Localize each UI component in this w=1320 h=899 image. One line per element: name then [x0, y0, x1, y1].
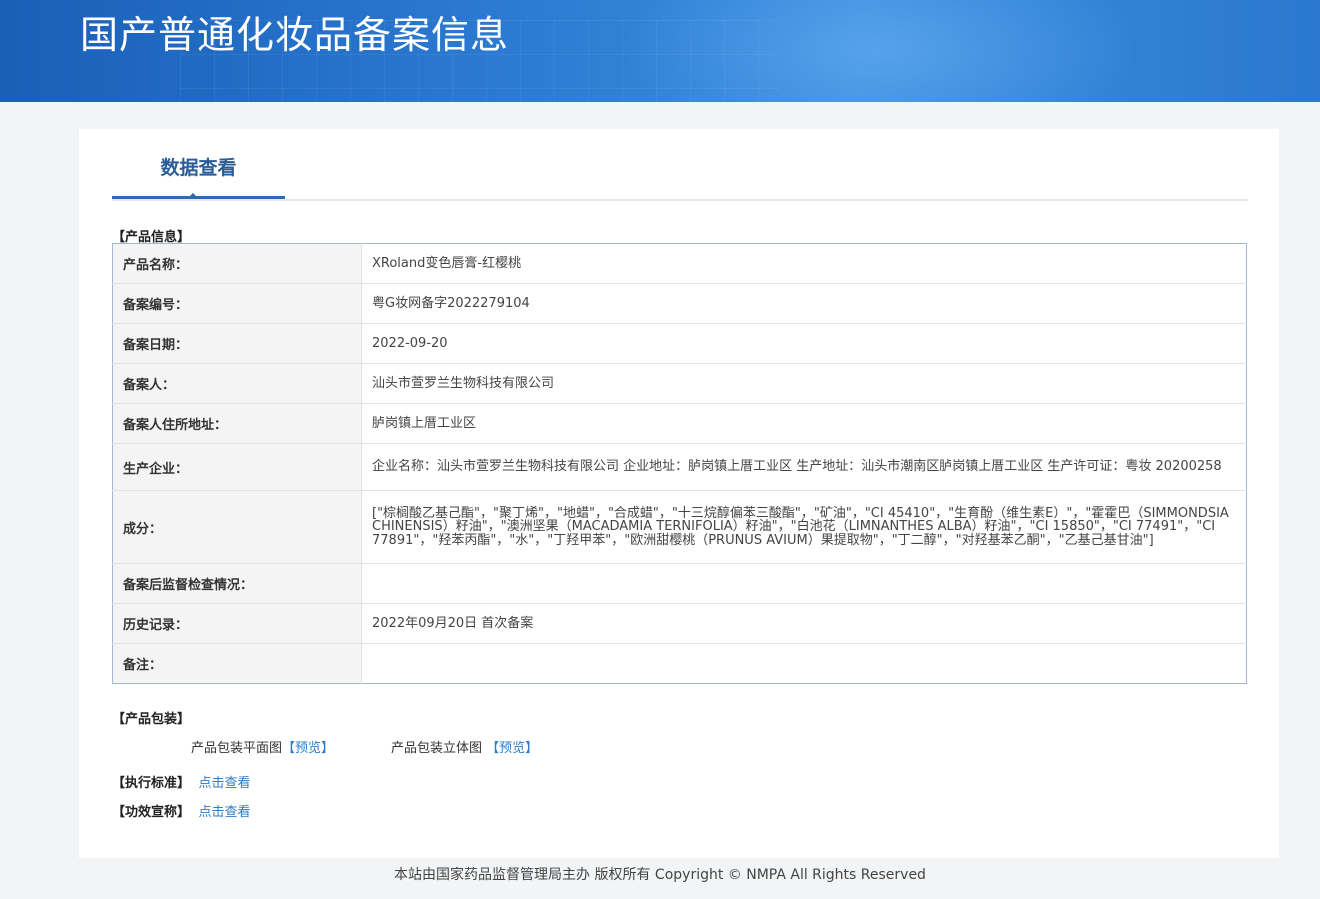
row-key: 备案后监督检查情况：	[112, 563, 362, 604]
product-info-table: 产品名称： XRoland变色唇膏-红樱桃 备案编号： 粤G妆网备字202227…	[112, 243, 1247, 684]
tab-indicator-arrow	[187, 193, 199, 199]
row-value	[361, 563, 1247, 604]
packaging-solid-preview-link[interactable]: 【预览】	[486, 741, 538, 756]
row-value	[362, 644, 1247, 684]
row-value: 胪岗镇上厝工业区	[361, 403, 1247, 444]
packaging-flat: 产品包装平面图【预览】	[191, 737, 334, 756]
row-value: 2022-09-20	[361, 323, 1247, 364]
table-row: 备注：	[112, 643, 1247, 684]
row-key: 历史记录：	[112, 603, 362, 644]
table-row: 备案日期： 2022-09-20	[112, 323, 1247, 364]
packaging-flat-label: 产品包装平面图	[191, 741, 283, 756]
packaging-heading: 【产品包装】	[112, 712, 191, 727]
table-row: 备案编号： 粤G妆网备字2022279104	[112, 283, 1247, 324]
row-value: 粤G妆网备字2022279104	[361, 283, 1247, 324]
table-row: 备案人： 汕头市萱罗兰生物科技有限公司	[112, 363, 1247, 404]
header-banner: 国产普通化妆品备案信息	[0, 0, 1320, 102]
table-row: 成分： ["棕榈酸乙基己酯"，"聚丁烯"，"地蜡"，"合成蜡"，"十三烷醇偏苯三…	[112, 490, 1247, 564]
standard-heading: 【执行标准】	[112, 776, 191, 791]
tab-data-view[interactable]: 数据查看	[112, 129, 285, 199]
packaging-flat-preview-link[interactable]: 【预览】	[282, 741, 334, 756]
tab-bar: 数据查看	[112, 129, 1248, 201]
row-key: 备案人住所地址：	[112, 403, 362, 444]
row-key: 生产企业：	[112, 443, 362, 491]
table-row: 生产企业： 企业名称：汕头市萱罗兰生物科技有限公司 企业地址：胪岗镇上厝工业区 …	[112, 443, 1247, 491]
standard-row: 【执行标准】 点击查看	[112, 772, 251, 791]
row-value: 汕头市萱罗兰生物科技有限公司	[361, 363, 1247, 404]
standard-view-link[interactable]: 点击查看	[199, 776, 251, 791]
row-key: 备案人：	[112, 363, 362, 404]
row-key: 产品名称：	[112, 243, 362, 284]
tab-data-view-label: 数据查看	[160, 157, 237, 179]
efficacy-heading: 【功效宣称】	[112, 805, 191, 820]
row-key: 成分：	[112, 490, 362, 564]
row-value: XRoland变色唇膏-红樱桃	[361, 243, 1247, 284]
table-row: 历史记录： 2022年09月20日 首次备案	[112, 603, 1247, 644]
packaging-solid-label: 产品包装立体图	[391, 741, 483, 756]
row-key: 备案日期：	[112, 323, 362, 364]
page-title: 国产普通化妆品备案信息	[80, 13, 510, 57]
efficacy-row: 【功效宣称】 点击查看	[112, 801, 251, 820]
table-row: 产品名称： XRoland变色唇膏-红樱桃	[112, 243, 1247, 284]
row-value: ["棕榈酸乙基己酯"，"聚丁烯"，"地蜡"，"合成蜡"，"十三烷醇偏苯三酸酯"，…	[361, 490, 1247, 564]
row-value: 2022年09月20日 首次备案	[361, 603, 1247, 644]
table-row: 备案人住所地址： 胪岗镇上厝工业区	[112, 403, 1247, 444]
efficacy-view-link[interactable]: 点击查看	[199, 805, 251, 820]
table-row: 备案后监督检查情况：	[112, 563, 1247, 604]
row-key: 备注：	[112, 643, 362, 684]
packaging-solid: 产品包装立体图 【预览】	[391, 737, 538, 756]
footer-copyright: 本站由国家药品监督管理局主办 版权所有 Copyright © NMPA All…	[394, 867, 926, 883]
row-value: 企业名称：汕头市萱罗兰生物科技有限公司 企业地址：胪岗镇上厝工业区 生产地址：汕…	[361, 443, 1247, 491]
content-card: 数据查看 【产品信息】 产品名称： XRoland变色唇膏-红樱桃 备案编号： …	[79, 129, 1279, 858]
row-key: 备案编号：	[112, 283, 362, 324]
